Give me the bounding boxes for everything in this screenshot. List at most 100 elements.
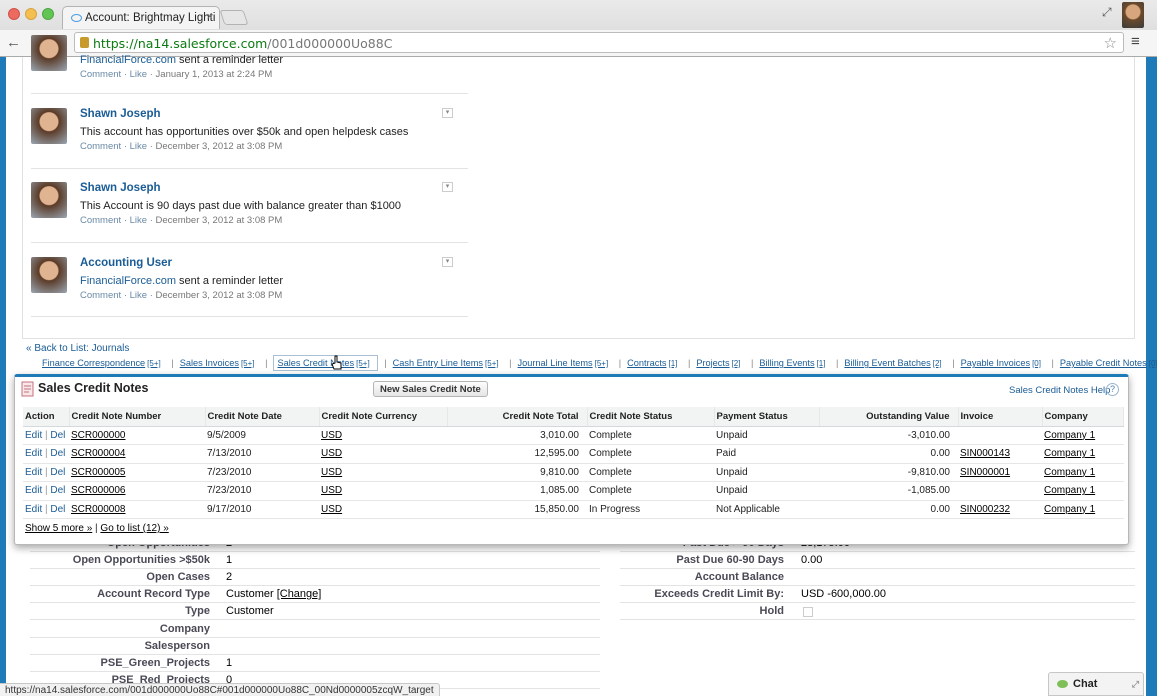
chat-button[interactable]: Chat ⤢ bbox=[1048, 672, 1144, 696]
zoom-window-button[interactable] bbox=[42, 8, 54, 20]
company-link[interactable]: Company 1 bbox=[1044, 467, 1095, 478]
delete-link[interactable]: Del bbox=[50, 504, 65, 515]
related-list-link[interactable]: Payable Invoices [0] bbox=[961, 358, 1045, 368]
table-cell: SCR000005 bbox=[69, 463, 205, 482]
related-list-link[interactable]: Billing Events [1] bbox=[759, 358, 829, 368]
table-cell: SIN000143 bbox=[958, 444, 1042, 464]
profile-avatar[interactable] bbox=[1122, 2, 1144, 28]
show-more-link[interactable]: Show 5 more » bbox=[25, 523, 92, 534]
invoice-link[interactable]: SIN000143 bbox=[960, 448, 1010, 459]
column-header: Payment Status bbox=[714, 407, 820, 427]
change-record-type-link[interactable]: [Change] bbox=[277, 588, 322, 600]
new-tab-button[interactable] bbox=[219, 10, 249, 25]
fullscreen-icon[interactable]: ⤢ bbox=[1102, 5, 1112, 20]
credit-note-number-link[interactable]: SCR000008 bbox=[71, 504, 125, 515]
new-sales-credit-note-button[interactable]: New Sales Credit Note bbox=[373, 381, 488, 397]
table-cell: SIN000001 bbox=[958, 463, 1042, 482]
related-list-link[interactable]: Payable Credit Notes [0] bbox=[1060, 358, 1157, 368]
table-cell: USD bbox=[319, 463, 447, 482]
table-cell: 7/13/2010 bbox=[205, 444, 319, 464]
outstanding-value: -9,810.00 bbox=[907, 466, 950, 478]
currency-link[interactable]: USD bbox=[321, 467, 342, 478]
related-list-link[interactable]: Contracts [1] bbox=[627, 358, 681, 368]
avatar[interactable] bbox=[31, 182, 67, 218]
post-link[interactable]: FinancialForce.com bbox=[80, 275, 176, 287]
avatar[interactable] bbox=[31, 257, 67, 293]
table-cell: 3,010.00 bbox=[447, 426, 587, 445]
back-to-list-link[interactable]: « Back to List: Journals bbox=[26, 343, 129, 354]
bookmark-star-icon[interactable]: ☆ bbox=[1104, 34, 1117, 52]
credit-note-total: 9,810.00 bbox=[540, 466, 579, 478]
currency-link[interactable]: USD bbox=[321, 448, 342, 459]
table-cell: 1,085.00 bbox=[447, 481, 587, 501]
post-author[interactable]: Accounting User bbox=[80, 257, 172, 269]
browser-tab[interactable]: Account: Brightmay Lighti × bbox=[62, 6, 220, 29]
comment-link[interactable]: Comment bbox=[80, 69, 121, 80]
related-list-link[interactable]: Cash Entry Line Items [5+] bbox=[393, 358, 503, 368]
comment-link[interactable]: Comment bbox=[80, 141, 121, 152]
close-window-button[interactable] bbox=[8, 8, 20, 20]
delete-link[interactable]: Del bbox=[50, 467, 65, 478]
edit-link[interactable]: Edit bbox=[25, 430, 42, 441]
post-menu-icon[interactable]: ▾ bbox=[442, 182, 453, 192]
action-cell: Edit | Del bbox=[23, 481, 69, 501]
post-menu-icon[interactable]: ▾ bbox=[442, 108, 453, 118]
edit-link[interactable]: Edit bbox=[25, 467, 42, 478]
tab-close-icon[interactable]: × bbox=[207, 11, 213, 23]
invoice-link[interactable]: SIN000232 bbox=[960, 504, 1010, 515]
related-list-link[interactable]: Sales Credit Notes [5+] bbox=[273, 355, 378, 371]
invoice-link[interactable]: SIN000001 bbox=[960, 467, 1010, 478]
currency-link[interactable]: USD bbox=[321, 485, 342, 496]
avatar[interactable] bbox=[31, 108, 67, 144]
like-link[interactable]: Like bbox=[130, 69, 147, 80]
related-list-link[interactable]: Finance Correspondence [5+] bbox=[42, 358, 165, 368]
minimize-window-button[interactable] bbox=[25, 8, 37, 20]
help-link[interactable]: Sales Credit Notes Help bbox=[1009, 385, 1110, 396]
post-author[interactable]: Shawn Joseph bbox=[80, 108, 161, 120]
post-author[interactable]: Shawn Joseph bbox=[80, 182, 161, 194]
company-link[interactable]: Company 1 bbox=[1044, 430, 1095, 441]
delete-link[interactable]: Del bbox=[50, 430, 65, 441]
go-to-list-link[interactable]: Go to list (12) » bbox=[100, 523, 168, 534]
like-link[interactable]: Like bbox=[130, 290, 147, 301]
related-list-link[interactable]: Sales Invoices [5+] bbox=[180, 358, 259, 368]
credit-note-number-link[interactable]: SCR000004 bbox=[71, 448, 125, 459]
post-date: January 1, 2013 at 2:24 PM bbox=[155, 69, 273, 80]
payment-status: Paid bbox=[716, 448, 737, 460]
back-arrow-icon[interactable]: ← bbox=[6, 34, 21, 51]
comment-link[interactable]: Comment bbox=[80, 290, 121, 301]
like-link[interactable]: Like bbox=[130, 141, 147, 152]
credit-note-number-link[interactable]: SCR000000 bbox=[71, 430, 125, 441]
post-menu-icon[interactable]: ▾ bbox=[442, 257, 453, 267]
related-list-link[interactable]: Billing Event Batches [2] bbox=[844, 358, 945, 368]
credit-note-number-link[interactable]: SCR000005 bbox=[71, 467, 125, 478]
company-link[interactable]: Company 1 bbox=[1044, 485, 1095, 496]
chat-bubble-icon bbox=[1057, 680, 1068, 688]
credit-notes-table: Action Credit Note Number Credit Note Da… bbox=[23, 407, 1124, 519]
related-list-link[interactable]: Projects [2] bbox=[696, 358, 744, 368]
address-bar[interactable]: https://na14.salesforce.com/001d000000Uo… bbox=[74, 32, 1124, 53]
avatar[interactable] bbox=[31, 35, 67, 71]
help-icon[interactable]: ? bbox=[1106, 383, 1119, 396]
url-host: na14.salesforce.com bbox=[137, 36, 268, 51]
credit-note-number-link[interactable]: SCR000006 bbox=[71, 485, 125, 496]
comment-link[interactable]: Comment bbox=[80, 215, 121, 226]
divider bbox=[620, 568, 1135, 569]
currency-link[interactable]: USD bbox=[321, 430, 342, 441]
delete-link[interactable]: Del bbox=[50, 485, 65, 496]
currency-link[interactable]: USD bbox=[321, 504, 342, 515]
edit-link[interactable]: Edit bbox=[25, 504, 42, 515]
table-cell: 15,850.00 bbox=[447, 500, 587, 519]
post-link[interactable]: FinancialForce.com bbox=[80, 54, 176, 66]
outstanding-value: 0.00 bbox=[930, 448, 950, 460]
delete-link[interactable]: Del bbox=[50, 448, 65, 459]
company-link[interactable]: Company 1 bbox=[1044, 504, 1095, 515]
hamburger-menu-icon[interactable]: ≡ bbox=[1131, 33, 1140, 50]
table-cell: SCR000000 bbox=[69, 426, 205, 445]
related-list-link[interactable]: Journal Line Items [5+] bbox=[518, 358, 613, 368]
company-link[interactable]: Company 1 bbox=[1044, 448, 1095, 459]
expand-chat-icon[interactable]: ⤢ bbox=[1132, 679, 1139, 690]
edit-link[interactable]: Edit bbox=[25, 448, 42, 459]
like-link[interactable]: Like bbox=[130, 215, 147, 226]
edit-link[interactable]: Edit bbox=[25, 485, 42, 496]
